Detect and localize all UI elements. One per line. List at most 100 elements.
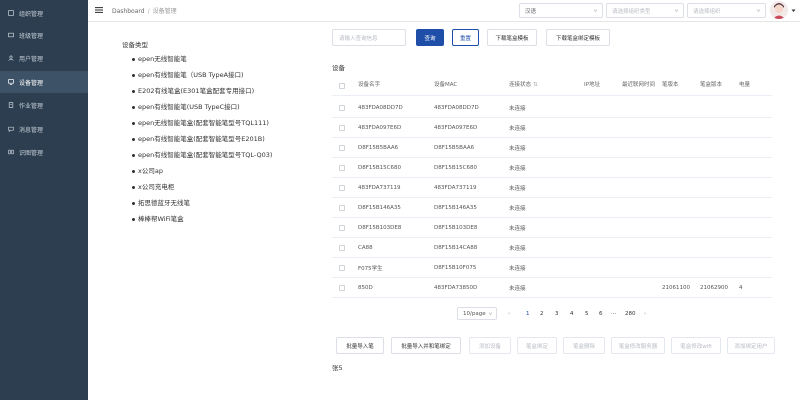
table-row[interactable]: 483FDA08DD7D 483FDA08DD7D 未连接 <box>332 98 772 118</box>
chevron-down-icon <box>756 9 761 12</box>
cell-mac: 483FDA737119 <box>434 185 477 191</box>
row-checkbox[interactable] <box>339 285 345 291</box>
tree-item-label: epen有线智能笔(USB TypeC接口) <box>138 103 240 111</box>
table-row[interactable]: F075学生 D8F15B10F075 未连接 <box>332 258 772 278</box>
tree-item[interactable]: 棒棒帮WiFi笔盒 <box>132 213 184 223</box>
add-bind-user-button[interactable]: 添加绑定用户 <box>727 337 775 354</box>
column-header-status[interactable]: 连接状态 ⇅ <box>509 76 538 96</box>
message-icon <box>8 126 14 132</box>
table-row[interactable]: 483FDA097E6D 483FDA097E6D 未连接 <box>332 118 772 138</box>
cell-name: D8F15B146A35 <box>358 205 401 211</box>
table-row[interactable]: D8F15B5BAA6 D8F15B5BAA6 未连接 <box>332 138 772 158</box>
table-row[interactable]: D8F15B15C680 D8F15B15C680 未连接 <box>332 158 772 178</box>
search-input[interactable]: 请输入查询信息 <box>332 29 406 46</box>
row-checkbox[interactable] <box>339 245 345 251</box>
table-row[interactable]: CA88 D8F15B14CA88 未连接 <box>332 238 772 258</box>
row-checkbox[interactable] <box>339 225 345 231</box>
tree-item[interactable]: epen无线智能笔盒(配套智能笔型号TQL111) <box>132 117 269 127</box>
tree-item[interactable]: E202有线笔盒(E301笔盒配套专用接口) <box>132 85 254 95</box>
box-modify-server-button[interactable]: 笔盒修改服务器 <box>611 337 665 354</box>
tree-item-label: x公司ap <box>138 167 163 175</box>
row-checkbox[interactable] <box>339 105 345 111</box>
row-checkbox[interactable] <box>339 145 345 151</box>
cell-status: 未连接 <box>509 206 526 212</box>
org-type-select[interactable]: 请选择组织类型 <box>606 3 684 18</box>
sidebar-item-org[interactable]: 组织管理 <box>0 2 88 24</box>
column-header-box-version: 笔盒版本 <box>700 82 723 89</box>
table-row[interactable]: D8F15B103DE8 D8F15B103DE8 未连接 <box>332 218 772 238</box>
cell-mac: D8F15B103DE8 <box>434 225 478 231</box>
cell-status: 未连接 <box>509 106 526 112</box>
box-delete-button[interactable]: 笔盒删除 <box>563 337 605 354</box>
bullet-icon <box>132 185 135 189</box>
reset-button[interactable]: 重置 <box>452 29 479 46</box>
table-row[interactable]: D8F15B146A35 D8F15B146A35 未连接 <box>332 198 772 218</box>
caret-down-icon[interactable] <box>791 9 796 13</box>
avatar[interactable] <box>770 1 788 19</box>
breadcrumb-current: 设备管理 <box>152 8 177 15</box>
page-number-4[interactable]: 4 <box>570 309 574 319</box>
org-icon <box>8 10 14 16</box>
breadcrumb: Dashboard / 设备管理 <box>112 6 177 15</box>
sidebar-item-class[interactable]: 班级管理 <box>0 24 88 46</box>
hamburger-menu-icon[interactable] <box>95 6 103 14</box>
download-box-template-button[interactable]: 下载笔盒模板 <box>487 29 537 46</box>
page-number-2[interactable]: 2 <box>540 309 544 319</box>
row-checkbox[interactable] <box>339 265 345 271</box>
row-checkbox[interactable] <box>339 125 345 131</box>
row-checkbox[interactable] <box>339 165 345 171</box>
batch-import-pen-button[interactable]: 批量导入笔 <box>336 337 384 354</box>
language-select-value: 汉语 <box>525 8 537 15</box>
query-button[interactable]: 查询 <box>416 29 444 46</box>
cell-box-version: 21062900 <box>700 285 728 291</box>
page-number-last[interactable]: 280 <box>625 309 636 319</box>
language-select[interactable]: 汉语 <box>519 3 603 18</box>
cell-name: F075学生 <box>358 266 383 272</box>
page-number-1[interactable]: 1 <box>526 309 530 319</box>
column-header-ip: IP地址 <box>584 82 600 89</box>
batch-import-bind-button[interactable]: 批量导入并和笔绑定 <box>391 337 461 354</box>
tree-item[interactable]: epen无线智能笔 <box>132 53 187 63</box>
tree-item[interactable]: epen有线智能笔（USB TypeA接口) <box>132 69 244 79</box>
column-header-battery: 电量 <box>739 82 751 89</box>
row-checkbox[interactable] <box>339 205 345 211</box>
top-header: Dashboard / 设备管理 汉语 请选择组织类型 请选择组织 <box>88 0 800 22</box>
next-page-button[interactable]: › <box>644 309 646 319</box>
sort-icon[interactable]: ⇅ <box>533 82 538 89</box>
page-number-6[interactable]: 6 <box>599 309 603 319</box>
tree-item[interactable]: x公司ap <box>132 165 163 175</box>
page-number-3[interactable]: 3 <box>555 309 559 319</box>
select-all-checkbox[interactable] <box>339 83 345 89</box>
org-select[interactable]: 请选择组织 <box>687 3 766 18</box>
table-row[interactable]: 483FDA737119 483FDA737119 未连接 <box>332 178 772 198</box>
cell-mac: D8F15B15C680 <box>434 165 478 171</box>
page-size-select[interactable]: 10/page <box>457 307 497 320</box>
tree-root-label[interactable]: 设备类型 <box>122 39 148 49</box>
tree-item[interactable]: epen有线智能笔(USB TypeC接口) <box>132 101 240 111</box>
box-modify-wifi-button[interactable]: 笔盒修改wifi <box>671 337 721 354</box>
breadcrumb-home[interactable]: Dashboard <box>112 8 145 15</box>
sidebar-item-image-recognition[interactable]: 识图管理 <box>0 141 88 163</box>
image-icon <box>8 149 14 155</box>
cell-pen-version: 21061100 <box>662 285 690 291</box>
table-row[interactable]: 850D 483FDA73850D 未连接 21061100 21062900 … <box>332 278 772 298</box>
tree-item[interactable]: x公司充电柜 <box>132 181 174 191</box>
row-checkbox[interactable] <box>339 185 345 191</box>
page-number-5[interactable]: 5 <box>585 309 589 319</box>
sidebar-item-label: 组织管理 <box>19 10 44 18</box>
add-device-button[interactable]: 添加设备 <box>469 337 511 354</box>
prev-page-button[interactable]: ‹ <box>508 309 510 319</box>
tree-item[interactable]: 拓思德蓝牙无线笔 <box>132 197 190 207</box>
column-header-name: 设备名字 <box>358 82 381 89</box>
page-ellipsis[interactable]: ··· <box>611 309 616 319</box>
tree-item[interactable]: epen有线智能笔盒(配套智能笔型号E201B) <box>132 133 265 143</box>
box-bind-button[interactable]: 笔盒绑定 <box>517 337 557 354</box>
download-bind-template-button[interactable]: 下载笔盒绑定模板 <box>546 29 610 46</box>
sidebar-item-message[interactable]: 消息管理 <box>0 118 88 140</box>
tree-item[interactable]: epen有线智能笔盒(配套智能笔型号TQL-Q03) <box>132 149 272 159</box>
cell-mac: D8F15B14CA88 <box>434 245 478 251</box>
sidebar-item-homework[interactable]: 作业管理 <box>0 94 88 116</box>
sidebar-item-user[interactable]: 用户管理 <box>0 47 88 69</box>
sidebar-item-device[interactable]: 设备管理 <box>0 71 88 93</box>
devices-section-label: 设备 <box>332 64 345 72</box>
